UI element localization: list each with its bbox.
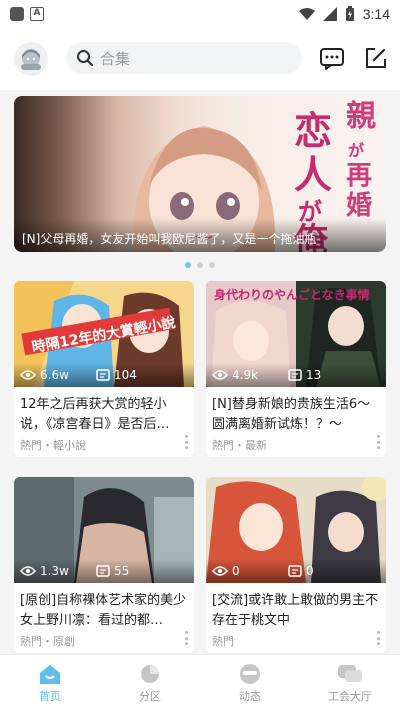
edit-icon xyxy=(366,48,386,68)
post-tags: 熱門・原創 xyxy=(20,635,75,648)
post-tags: 熱門 xyxy=(212,635,234,648)
eye-icon xyxy=(212,566,228,576)
post-stats: 1.3w 55 xyxy=(14,559,194,583)
comment-icon xyxy=(96,565,110,577)
chat-group-icon xyxy=(338,665,362,682)
post-tags: 熱門・輕小說 xyxy=(20,439,86,452)
battery-icon xyxy=(345,6,354,21)
view-count: 4.9k xyxy=(232,368,259,382)
more-options-icon[interactable] xyxy=(376,435,380,449)
search-placeholder: 合集 xyxy=(100,49,131,68)
eye-icon xyxy=(20,370,36,380)
more-options-icon[interactable] xyxy=(184,435,188,449)
carousel-indicator xyxy=(0,262,400,268)
svg-text:再: 再 xyxy=(346,161,372,191)
nav-guild-hall[interactable]: 工会大厅 xyxy=(300,655,400,712)
pie-chart-icon xyxy=(141,665,159,683)
post-title[interactable]: [交流]或许敢上敢做的男主不存在于桃文中 xyxy=(212,591,380,631)
compose-button[interactable] xyxy=(362,44,390,72)
more-options-icon[interactable] xyxy=(184,631,188,645)
card-cover-text: 身代わりのやんごとなき事情 xyxy=(214,287,370,302)
feed-face-icon xyxy=(240,664,260,684)
banner-carousel[interactable]: 親 恋 が 再 人 婚 が 俺 [N]父母再婚，女友开始叫我欧尼酱了，又是一个拖… xyxy=(14,96,386,252)
avatar[interactable] xyxy=(14,42,48,76)
comment-count: 55 xyxy=(114,564,130,578)
search-input[interactable]: 合集 xyxy=(66,42,302,74)
svg-text:婚: 婚 xyxy=(346,191,372,221)
comment-count: 104 xyxy=(114,368,137,382)
status-bar: A 3:14 xyxy=(0,0,400,28)
post-stats: 0 0 xyxy=(206,559,386,583)
comment-icon xyxy=(288,369,302,381)
post-stats: 4.9k 13 xyxy=(206,363,386,387)
post-card[interactable]: 身代わりのやんごとなき事情 4.9k 13 [N]替身新娘的贵族生活6～圆满离婚… xyxy=(206,281,386,457)
post-title[interactable]: [原创]自称裸体艺术家的美少女上野川凛：看过的都… xyxy=(20,591,188,631)
bottom-navigation: 首页 分区 动态 工会大厅 xyxy=(0,654,400,712)
comment-icon xyxy=(96,369,110,381)
search-icon xyxy=(77,50,94,67)
user-avatar-icon xyxy=(21,49,41,70)
home-icon xyxy=(40,665,60,684)
post-title[interactable]: [N]替身新娘的贵族生活6～圆满离婚新试炼！？～ xyxy=(212,395,380,435)
post-stats: 6.6w 104 xyxy=(14,363,194,387)
post-card[interactable]: 0 0 [交流]或许敢上敢做的男主不存在于桃文中 熱門 xyxy=(206,477,386,653)
banner-caption: [N]父母再婚，女友开始叫我欧尼酱了，又是一个拖油瓶 xyxy=(14,218,386,252)
comment-count: 0 xyxy=(306,564,314,578)
eye-icon xyxy=(212,370,228,380)
carousel-dot[interactable] xyxy=(209,262,215,268)
comment-icon xyxy=(288,565,302,577)
more-options-icon[interactable] xyxy=(376,631,380,645)
svg-text:恋: 恋 xyxy=(294,109,332,153)
message-button[interactable] xyxy=(318,44,346,72)
comment-count: 13 xyxy=(306,368,322,382)
chat-bubble-icon xyxy=(320,48,344,70)
post-card[interactable]: 時隔12年的大賞輕小說 6.6w 104 12年之后再获大赏的轻小说，《凉宫春日… xyxy=(14,281,194,457)
nav-guild-hall-label: 工会大厅 xyxy=(328,690,372,703)
carousel-dot[interactable] xyxy=(185,262,191,268)
svg-text:人: 人 xyxy=(294,153,332,197)
nav-home-label: 首页 xyxy=(39,690,61,703)
view-count: 1.3w xyxy=(40,564,69,578)
nav-categories[interactable]: 分区 xyxy=(100,655,200,712)
nav-feed[interactable]: 动态 xyxy=(200,655,300,712)
signal-icon xyxy=(322,7,337,21)
svg-text:親: 親 xyxy=(346,99,376,134)
notification-app-icon xyxy=(10,7,24,21)
svg-text:が: が xyxy=(348,141,364,160)
notification-a-icon: A xyxy=(30,7,44,21)
eye-icon xyxy=(20,566,36,576)
post-title[interactable]: 12年之后再获大赏的轻小说，《凉宫春日》是否后… xyxy=(20,395,188,435)
view-count: 0 xyxy=(232,564,240,578)
nav-feed-label: 动态 xyxy=(239,690,261,703)
top-bar: 合集 xyxy=(0,28,400,90)
carousel-dot[interactable] xyxy=(197,262,203,268)
nav-home[interactable]: 首页 xyxy=(0,655,100,712)
wifi-icon xyxy=(298,8,315,20)
clock: 3:14 xyxy=(362,6,390,22)
post-tags: 熱門・最新 xyxy=(212,439,267,452)
nav-categories-label: 分区 xyxy=(139,690,161,703)
view-count: 6.6w xyxy=(40,368,69,382)
post-card[interactable]: 1.3w 55 [原创]自称裸体艺术家的美少女上野川凛：看过的都… 熱門・原創 xyxy=(14,477,194,653)
